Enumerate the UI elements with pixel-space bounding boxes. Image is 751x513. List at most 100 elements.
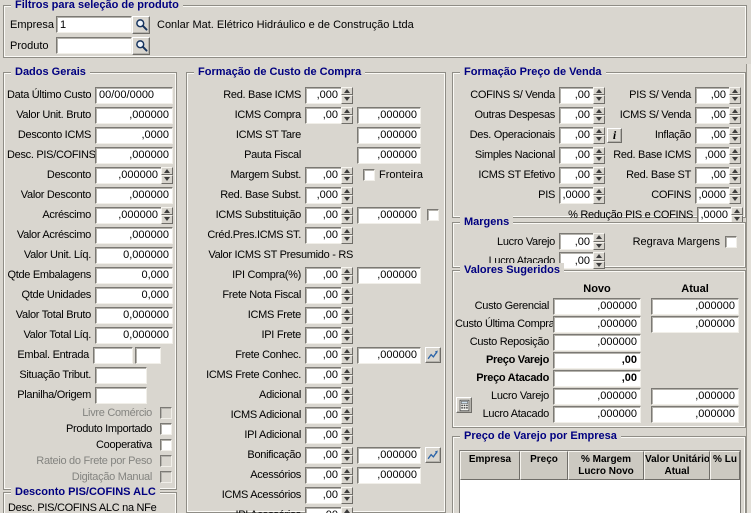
spin-down-icon[interactable] [341,495,353,504]
acessorios-spin-field[interactable]: ,00 [305,467,353,484]
acrescimo-spin-field[interactable]: ,000000 [95,207,173,224]
spin-up-icon[interactable] [341,447,353,456]
outras-despesas-spin-field[interactable]: ,00 [559,107,605,124]
spin-down-icon[interactable] [341,335,353,344]
icms-s-venda-spin-field[interactable]: ,00 [695,107,741,124]
custo-ultima-compra-atual-field[interactable]: ,000000 [651,316,739,333]
value-field[interactable]: ,000000 [95,107,173,124]
custo-gerencial-atual-field[interactable]: ,000000 [651,298,739,315]
spin-down-icon[interactable] [593,195,605,204]
adicional-spin-field[interactable]: ,00 [305,387,353,404]
calculator-button[interactable] [456,397,472,413]
spin-down-icon[interactable] [593,242,605,251]
col-valor-unitario-atual-header[interactable]: Valor UnitárioAtual [644,451,710,480]
spin-down-icon[interactable] [341,355,353,364]
spin-up-icon[interactable] [341,167,353,176]
value-field[interactable]: ,0000 [95,127,173,144]
value-field[interactable]: 0,000000 [95,307,173,324]
spinner[interactable] [161,207,173,224]
spinner[interactable] [593,167,605,184]
spinner[interactable] [341,387,353,404]
spinner[interactable] [341,107,353,124]
spin-down-icon[interactable] [593,175,605,184]
icms-substituicao-valor-field[interactable]: ,000000 [357,207,421,224]
spin-down-icon[interactable] [593,115,605,124]
spin-up-icon[interactable] [341,227,353,236]
value-field[interactable]: 0,000 [95,287,173,304]
spinner[interactable] [341,487,353,504]
spinner[interactable] [593,107,605,124]
spinner[interactable] [341,467,353,484]
spinner[interactable] [341,367,353,384]
frete-conhec-chart-button[interactable] [425,347,441,363]
spin-down-icon[interactable] [341,215,353,224]
bonificacao-spin-field[interactable]: ,00 [305,447,353,464]
spin-up-icon[interactable] [341,327,353,336]
col-lucro-header[interactable]: % Lu [710,451,740,480]
spin-down-icon[interactable] [341,395,353,404]
inflacao-spin-field[interactable]: ,00 [695,127,741,144]
col-empresa-header[interactable]: Empresa [460,451,520,480]
spin-up-icon[interactable] [593,127,605,136]
spin-down-icon[interactable] [593,261,605,270]
spin-down-icon[interactable] [341,315,353,324]
icms-acessorios-spin-field[interactable]: ,00 [305,487,353,504]
spin-up-icon[interactable] [593,233,605,242]
value-field[interactable]: 0,000000 [95,327,173,344]
spin-up-icon[interactable] [729,107,741,116]
lucro-atacado-atual-field[interactable]: ,000000 [651,406,739,423]
spinner[interactable] [341,207,353,224]
spinner[interactable] [593,187,605,204]
spin-up-icon[interactable] [729,127,741,136]
spin-down-icon[interactable] [341,295,353,304]
value-field[interactable]: 00/00/0000 [95,87,173,104]
value-field[interactable]: 0,000 [95,267,173,284]
spin-down-icon[interactable] [729,95,741,104]
spinner[interactable] [731,207,743,224]
lucro-varejo-atual-field[interactable]: ,000000 [651,388,739,405]
frete-conhec-spin-field[interactable]: ,00 [305,347,353,364]
spin-up-icon[interactable] [593,107,605,116]
spinner[interactable] [593,252,605,269]
cofins-spin-field[interactable]: ,0000 [695,187,741,204]
spin-down-icon[interactable] [161,215,173,224]
red-base-subst-spin-field[interactable]: ,000 [305,187,353,204]
spinner[interactable] [341,287,353,304]
spin-up-icon[interactable] [341,507,353,513]
spinner[interactable] [593,87,605,104]
spin-up-icon[interactable] [729,187,741,196]
custo-gerencial-novo-field[interactable]: ,000000 [553,298,641,315]
spin-down-icon[interactable] [729,135,741,144]
ipi-compra-spin-field[interactable]: ,00 [305,267,353,284]
spinner[interactable] [161,167,173,184]
bonificacao-valor-field[interactable]: ,000000 [357,447,421,464]
red-base-st-spin-field[interactable]: ,00 [695,167,741,184]
value-field[interactable]: ,000000 [95,187,173,204]
red-base-icms-spin-field[interactable]: ,000 [305,87,353,104]
custo-ultima-compra-novo-field[interactable]: ,000000 [553,316,641,333]
acessorios-valor-field[interactable]: ,000000 [357,467,421,484]
spin-up-icon[interactable] [593,252,605,261]
cooperativa-checkbox[interactable] [160,439,172,451]
col-preco-header[interactable]: Preço [520,451,568,480]
spinner[interactable] [729,167,741,184]
icms-substituicao-checkbox[interactable] [427,209,439,221]
lucro-varejo-spin-field[interactable]: ,00 [559,233,605,250]
spin-up-icon[interactable] [341,207,353,216]
spin-up-icon[interactable] [341,367,353,376]
spin-down-icon[interactable] [593,95,605,104]
spin-up-icon[interactable] [341,487,353,496]
red-base-icms-venda-spin-field[interactable]: ,000 [695,147,741,164]
info-button[interactable]: i [607,128,622,143]
embal-entrada-field-2[interactable] [135,347,161,364]
spin-down-icon[interactable] [729,155,741,164]
spin-down-icon[interactable] [593,135,605,144]
spin-down-icon[interactable] [341,475,353,484]
spinner[interactable] [341,87,353,104]
spinner[interactable] [341,407,353,424]
spinner[interactable] [341,307,353,324]
produto-search-button[interactable] [132,37,150,55]
produto-input[interactable] [56,37,132,54]
spinner[interactable] [593,127,605,144]
spin-up-icon[interactable] [729,147,741,156]
